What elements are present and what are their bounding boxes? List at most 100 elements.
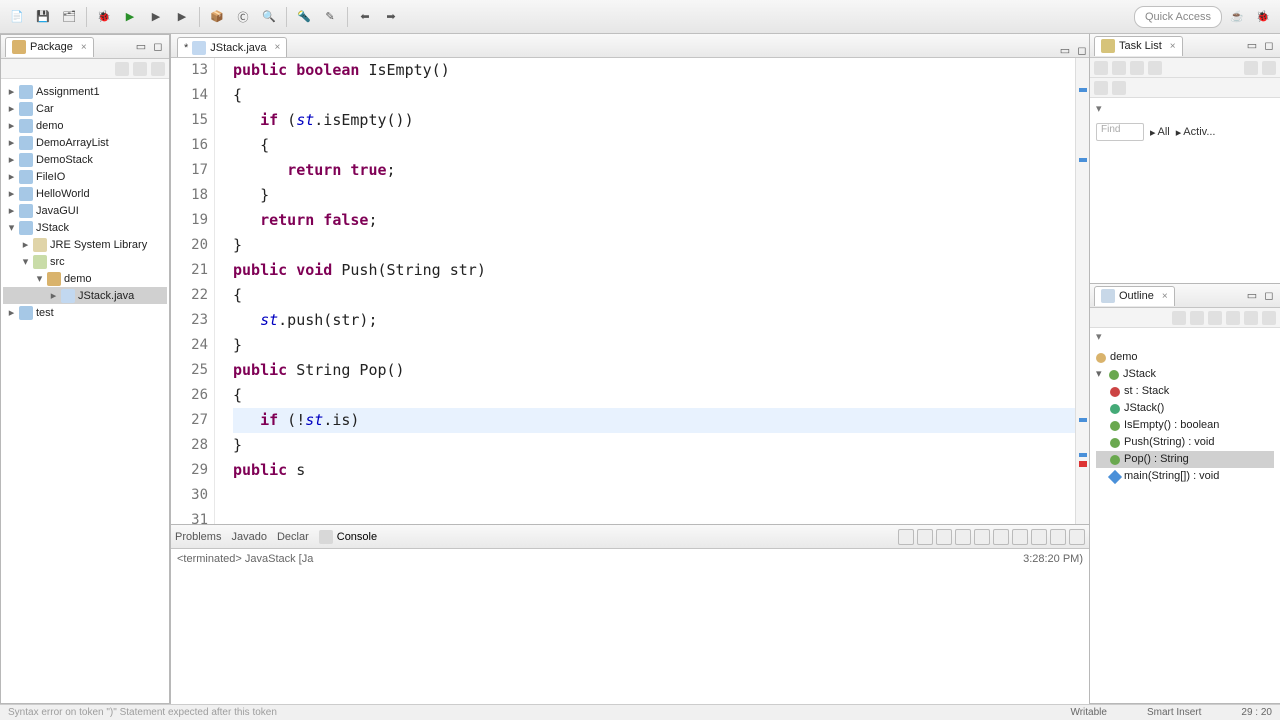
- minimize-icon[interactable]: ▭: [1058, 43, 1072, 57]
- hide-local-icon[interactable]: [1262, 311, 1276, 325]
- sync-icon[interactable]: [1262, 61, 1276, 75]
- package-tree[interactable]: ▸Assignment1▸Car▸demo▸DemoArrayList▸Demo…: [1, 79, 169, 703]
- tree-item[interactable]: ▸Car: [3, 100, 167, 117]
- console-output[interactable]: <terminated> JavaStack [Ja 3:28:20 PM): [171, 549, 1089, 704]
- close-icon[interactable]: ×: [1170, 41, 1176, 52]
- collapse-all-icon[interactable]: [115, 62, 129, 76]
- coverage-icon[interactable]: ▶: [171, 6, 193, 28]
- editor-tab-jstack[interactable]: JStack.java ×: [177, 37, 287, 57]
- tree-item[interactable]: ▸JStack.java: [3, 287, 167, 304]
- tree-item[interactable]: ▸HelloWorld: [3, 185, 167, 202]
- pin-console-icon[interactable]: [993, 529, 1009, 545]
- presentation-icon[interactable]: [1112, 81, 1126, 95]
- sort-icon[interactable]: [1190, 311, 1204, 325]
- task-find-input[interactable]: Find: [1096, 123, 1144, 141]
- back-icon[interactable]: ⬅: [354, 6, 376, 28]
- hide-fields-icon[interactable]: [1208, 311, 1222, 325]
- outline-icon: [1101, 289, 1115, 303]
- tree-item[interactable]: ▸FileIO: [3, 168, 167, 185]
- tree-item[interactable]: ▸Assignment1: [3, 83, 167, 100]
- tab-problems[interactable]: Problems: [175, 531, 221, 543]
- save-all-icon[interactable]: 🗂: [58, 6, 80, 28]
- task-list-icon: [1101, 39, 1115, 53]
- tree-item[interactable]: ▸test: [3, 304, 167, 321]
- line-number-gutter: 13141516171819202122232425262728293031: [171, 58, 215, 524]
- run-icon[interactable]: ▶: [119, 6, 141, 28]
- minimize-icon[interactable]: ▭: [134, 40, 148, 54]
- maximize-icon[interactable]: ◻: [151, 40, 165, 54]
- outline-item[interactable]: demo: [1096, 349, 1274, 366]
- outline-item[interactable]: Pop() : String: [1096, 451, 1274, 468]
- tree-item[interactable]: ▸JavaGUI: [3, 202, 167, 219]
- perspective-java-icon[interactable]: ☕: [1226, 6, 1248, 28]
- search-icon[interactable]: 🔦: [293, 6, 315, 28]
- remove-launch-icon[interactable]: [917, 529, 933, 545]
- min-icon[interactable]: [1050, 529, 1066, 545]
- minimize-icon[interactable]: ▭: [1245, 39, 1259, 53]
- focus-icon[interactable]: [1148, 61, 1162, 75]
- clear-console-icon[interactable]: [955, 529, 971, 545]
- max-icon[interactable]: [1069, 529, 1085, 545]
- debug-icon[interactable]: 🐞: [93, 6, 115, 28]
- new-task-icon[interactable]: [1094, 61, 1108, 75]
- close-icon[interactable]: ×: [275, 42, 281, 53]
- tree-item[interactable]: ▸DemoArrayList: [3, 134, 167, 151]
- task-filter-activate[interactable]: ▸ Activ...: [1176, 126, 1216, 139]
- overview-ruler[interactable]: [1075, 58, 1089, 524]
- new-class-icon[interactable]: Ⓒ: [232, 6, 254, 28]
- collapse-icon[interactable]: [1094, 81, 1108, 95]
- chevron-down-icon[interactable]: ▾: [1090, 98, 1280, 119]
- open-type-icon[interactable]: 🔍: [258, 6, 280, 28]
- tab-console[interactable]: Console: [319, 530, 377, 544]
- outline-item[interactable]: st : Stack: [1096, 383, 1274, 400]
- tree-item[interactable]: ▸JRE System Library: [3, 236, 167, 253]
- task-filter-all[interactable]: ▸ All: [1150, 126, 1170, 139]
- scroll-lock-icon[interactable]: [974, 529, 990, 545]
- outline-item[interactable]: JStack(): [1096, 400, 1274, 417]
- maximize-icon[interactable]: ◻: [1262, 289, 1276, 303]
- toggle-mark-icon[interactable]: ✎: [319, 6, 341, 28]
- tree-item[interactable]: ▾src: [3, 253, 167, 270]
- hide-nonpublic-icon[interactable]: [1244, 311, 1258, 325]
- outline-item[interactable]: ▾JStack: [1096, 366, 1274, 383]
- code-area[interactable]: public boolean IsEmpty(){ if (st.isEmpty…: [215, 58, 1075, 524]
- schedule-icon[interactable]: [1130, 61, 1144, 75]
- outline-item[interactable]: main(String[]) : void: [1096, 468, 1274, 485]
- close-icon[interactable]: ×: [81, 42, 87, 53]
- maximize-icon[interactable]: ◻: [1075, 43, 1089, 57]
- code-editor[interactable]: × 13141516171819202122232425262728293031…: [171, 58, 1089, 524]
- outline-item[interactable]: Push(String) : void: [1096, 434, 1274, 451]
- categorize-icon[interactable]: [1112, 61, 1126, 75]
- perspective-debug-icon[interactable]: 🐞: [1252, 6, 1274, 28]
- link-editor-icon[interactable]: [133, 62, 147, 76]
- save-icon[interactable]: 💾: [32, 6, 54, 28]
- outline-tree[interactable]: demo▾JStackst : StackJStack()IsEmpty() :…: [1090, 345, 1280, 703]
- focus-outline-icon[interactable]: [1172, 311, 1186, 325]
- forward-icon[interactable]: ➡: [380, 6, 402, 28]
- terminate-icon[interactable]: [898, 529, 914, 545]
- minimize-icon[interactable]: ▭: [1245, 289, 1259, 303]
- tree-item[interactable]: ▾demo: [3, 270, 167, 287]
- remove-all-icon[interactable]: [936, 529, 952, 545]
- chevron-down-icon[interactable]: ▾: [1090, 328, 1280, 345]
- hide-icon[interactable]: [1244, 61, 1258, 75]
- view-menu-icon[interactable]: [151, 62, 165, 76]
- run-last-icon[interactable]: ▶: [145, 6, 167, 28]
- display-console-icon[interactable]: [1012, 529, 1028, 545]
- outline-item[interactable]: IsEmpty() : boolean: [1096, 417, 1274, 434]
- tab-declaration[interactable]: Declar: [277, 531, 309, 543]
- close-icon[interactable]: ×: [1162, 291, 1168, 302]
- new-icon[interactable]: 📄: [6, 6, 28, 28]
- tree-item[interactable]: ▾JStack: [3, 219, 167, 236]
- maximize-icon[interactable]: ◻: [1262, 39, 1276, 53]
- task-list-tab[interactable]: Task List ×: [1094, 36, 1183, 56]
- open-console-icon[interactable]: [1031, 529, 1047, 545]
- outline-tab[interactable]: Outline ×: [1094, 286, 1175, 306]
- new-package-icon[interactable]: 📦: [206, 6, 228, 28]
- tree-item[interactable]: ▸DemoStack: [3, 151, 167, 168]
- tree-item[interactable]: ▸demo: [3, 117, 167, 134]
- hide-static-icon[interactable]: [1226, 311, 1240, 325]
- package-explorer-tab[interactable]: Package ×: [5, 37, 94, 57]
- tab-javadoc[interactable]: Javado: [231, 531, 266, 543]
- quick-access-input[interactable]: Quick Access: [1134, 6, 1222, 28]
